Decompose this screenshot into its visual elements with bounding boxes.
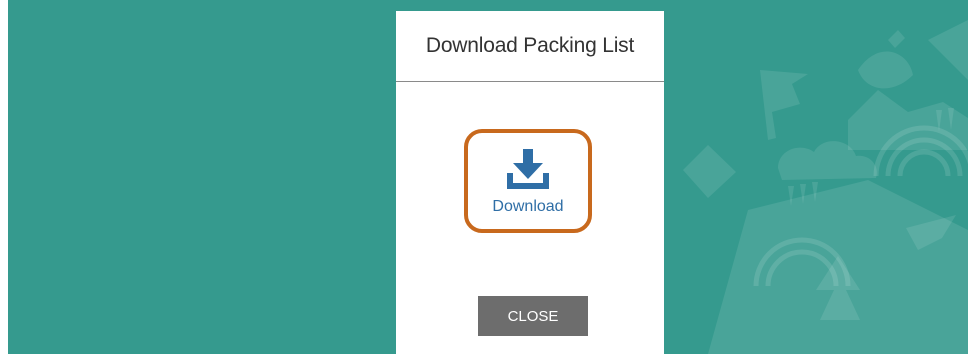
download-icon — [505, 149, 551, 196]
download-packing-list-dialog: Download Packing List Download CLOSE — [396, 11, 664, 354]
close-button[interactable]: CLOSE — [478, 296, 588, 336]
download-label: Download — [492, 198, 564, 215]
dialog-header: Download Packing List — [396, 11, 664, 82]
dialog-title: Download Packing List — [425, 34, 635, 57]
download-button[interactable]: Download — [464, 129, 592, 233]
